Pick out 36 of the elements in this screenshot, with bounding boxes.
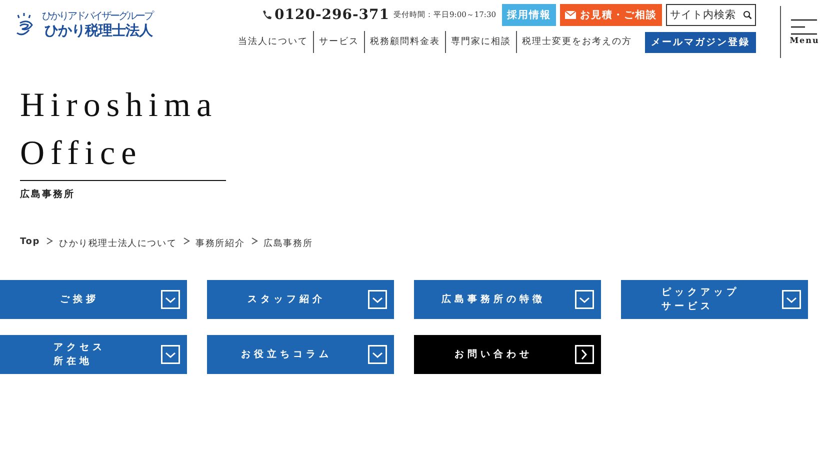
chevron-down-icon (368, 290, 387, 309)
menu-icon (791, 19, 818, 35)
chevron-down-icon (575, 290, 594, 309)
chevron-down-icon (161, 290, 180, 309)
chevron-down-icon (368, 345, 387, 364)
nav-link[interactable]: サービス (313, 31, 364, 53)
breadcrumb-current: 広島事務所 (264, 238, 313, 250)
phone-number[interactable]: 0120-296-371 (274, 7, 390, 23)
newsletter-button[interactable]: メールマガジン登録 (645, 32, 756, 52)
breadcrumb-link[interactable]: ひかり税理士法人について (58, 237, 177, 250)
page-subtitle: 広島事務所 (20, 188, 76, 201)
chevron-right-icon (575, 345, 594, 364)
nav-link[interactable]: 税理士変更をお考えの方 (516, 31, 637, 53)
section-button[interactable]: ピックアップ サービス (621, 280, 808, 319)
phone-icon (262, 10, 272, 20)
nav-link[interactable]: 当法人について (233, 31, 313, 53)
search-icon (743, 9, 752, 21)
section-button[interactable]: お問い合わせ (414, 335, 601, 374)
logo-name[interactable]: ひかり税理士法人 (44, 22, 152, 40)
section-button[interactable]: ご挨拶 (0, 280, 187, 319)
logo-tagline: ひかりアドバイザーグループ (42, 12, 152, 22)
search-field[interactable]: サイト内検索 (666, 4, 756, 26)
breadcrumb-link[interactable]: Top (20, 237, 40, 250)
menu-button[interactable]: Menu (790, 19, 820, 45)
page-heading: Hiroshima (20, 86, 218, 126)
page-heading: Office (20, 134, 144, 174)
chevron-down-icon (161, 345, 180, 364)
nav-link[interactable]: 税務顧問料金表 (364, 31, 445, 53)
chevron-down-icon (782, 290, 801, 309)
section-button[interactable]: お役立ちコラム (207, 335, 394, 374)
section-button[interactable]: 広島事務所の特徴 (414, 280, 601, 319)
nav-link[interactable]: 専門家に相談 (445, 31, 516, 53)
mail-icon (565, 11, 576, 19)
section-button[interactable]: アクセス 所在地 (0, 335, 187, 374)
breadcrumb-link[interactable]: 事務所紹介 (196, 237, 245, 250)
section-button[interactable]: スタッフ紹介 (207, 280, 394, 319)
